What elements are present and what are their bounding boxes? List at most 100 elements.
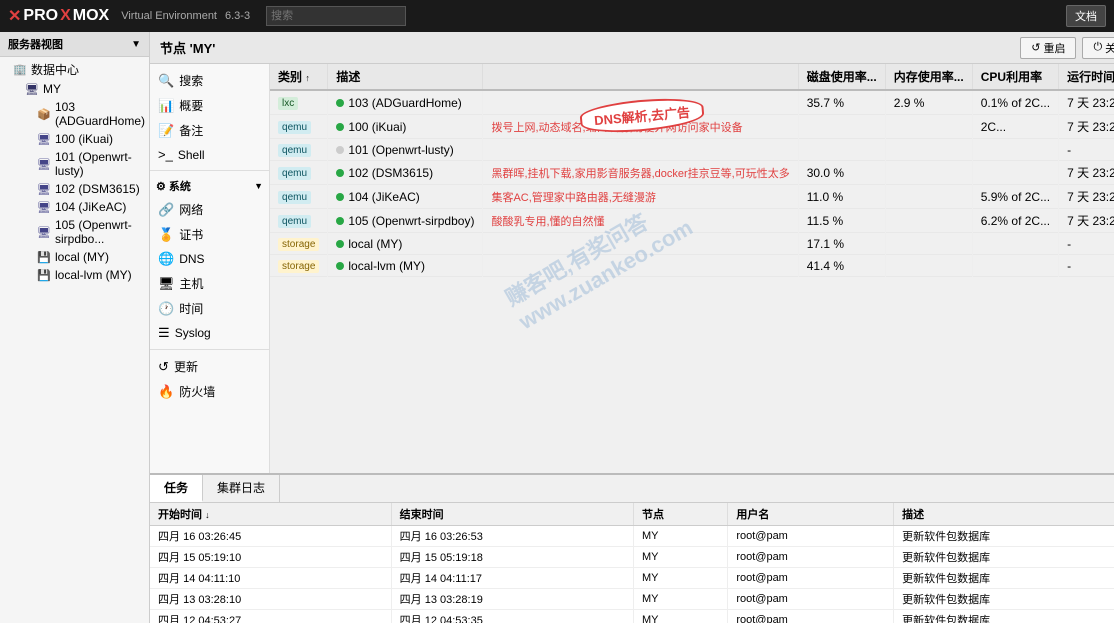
cell-type: qemu bbox=[270, 209, 328, 233]
log-col-desc[interactable]: 描述 bbox=[894, 503, 1114, 526]
reload-button[interactable]: ↺ 重启 bbox=[1020, 37, 1076, 59]
log-row[interactable]: 四月 12 04:53:27四月 12 04:53:35MYroot@pam更新… bbox=[150, 610, 1114, 623]
log-col-start[interactable]: 开始时间 ↓ bbox=[150, 503, 391, 526]
log-cell-user: root@pam bbox=[728, 547, 894, 568]
tree-vm-102[interactable]: 🖥 102 (DSM3615) bbox=[0, 180, 149, 198]
sidebar-title: 服务器视图 bbox=[8, 36, 63, 52]
nav-separator-2 bbox=[150, 349, 269, 350]
nav-notes[interactable]: 📝 备注 bbox=[150, 118, 269, 143]
log-cell-desc: 更新软件包数据库 bbox=[894, 547, 1114, 568]
nav-update-label: 更新 bbox=[174, 358, 198, 375]
col-cpu[interactable]: CPU利用率 bbox=[972, 64, 1058, 90]
search-input[interactable] bbox=[266, 6, 406, 26]
tree-datacenter[interactable]: 🏢 数据中心 bbox=[0, 59, 149, 80]
log-cell-node: MY bbox=[633, 526, 727, 547]
sidebar: 服务器视图 ▼ 🏢 数据中心 🖥 MY 📦 103 (ADGuardHome) … bbox=[0, 32, 150, 623]
update-icon: ↺ bbox=[158, 359, 169, 375]
nav-dns[interactable]: 🌐 DNS bbox=[150, 247, 269, 271]
table-row[interactable]: storagelocal (MY)17.1 %- bbox=[270, 233, 1114, 255]
tab-tasks[interactable]: 任务 bbox=[150, 475, 203, 502]
bottom-content: 开始时间 ↓ 结束时间 节点 用户名 描述 四月 16 03:26:45四月 1… bbox=[150, 503, 1114, 623]
log-row[interactable]: 四月 15 05:19:10四月 15 05:19:18MYroot@pam更新… bbox=[150, 547, 1114, 568]
tree-storage-local[interactable]: 💾 local (MY) bbox=[0, 248, 149, 266]
bottom-tabs: 任务 集群日志 bbox=[150, 475, 1114, 503]
tree-node-my[interactable]: 🖥 MY bbox=[0, 80, 149, 98]
col-type[interactable]: 类别 ↑ bbox=[270, 64, 328, 90]
nav-network[interactable]: 🔗 网络 bbox=[150, 197, 269, 222]
cell-note: 集客AC,管理家中路由器,无缝漫游 bbox=[483, 185, 798, 209]
doc-button[interactable]: 文档 bbox=[1066, 5, 1106, 27]
table-row[interactable]: qemu104 (JiKeAC)集客AC,管理家中路由器,无缝漫游11.0 %5… bbox=[270, 185, 1114, 209]
tree-storage-lvm[interactable]: 💾 local-lvm (MY) bbox=[0, 266, 149, 284]
col-mem[interactable]: 内存使用率... bbox=[885, 64, 972, 90]
vm-label-104: 104 (JiKeAC) bbox=[55, 200, 126, 214]
node-actions: ↺ 重启 ⏻ 关机 bbox=[1020, 37, 1114, 59]
log-cell-start: 四月 13 03:28:10 bbox=[150, 589, 391, 610]
log-col-end[interactable]: 结束时间 bbox=[391, 503, 633, 526]
vm-label-102: 102 (DSM3615) bbox=[55, 182, 140, 196]
tab-cluster-log[interactable]: 集群日志 bbox=[203, 475, 280, 502]
cell-uptime: - bbox=[1059, 233, 1114, 255]
log-cell-desc: 更新软件包数据库 bbox=[894, 568, 1114, 589]
tree-vm-100[interactable]: 🖥 100 (iKuai) bbox=[0, 130, 149, 148]
shutdown-button[interactable]: ⏻ 关机 bbox=[1082, 37, 1114, 59]
col-desc[interactable]: 描述 bbox=[328, 64, 483, 90]
storage-icon-2: 💾 bbox=[36, 268, 52, 282]
nav-syslog[interactable]: ☰ Syslog bbox=[150, 321, 269, 345]
datacenter-icon: 🏢 bbox=[12, 63, 28, 77]
cell-disk: 35.7 % bbox=[798, 90, 885, 115]
nav-shell[interactable]: >_ Shell bbox=[150, 143, 269, 166]
status-dot bbox=[336, 240, 344, 248]
log-row[interactable]: 四月 14 04:11:10四月 14 04:11:17MYroot@pam更新… bbox=[150, 568, 1114, 589]
nav-cert[interactable]: 🏅 证书 bbox=[150, 222, 269, 247]
cell-cpu bbox=[972, 255, 1058, 277]
nav-host[interactable]: 🖥 主机 bbox=[150, 271, 269, 296]
cell-uptime: 7 天 23:25:34 bbox=[1059, 161, 1114, 185]
vm-label-103: 103 (ADGuardHome) bbox=[55, 100, 145, 128]
nav-dns-label: DNS bbox=[179, 252, 204, 266]
time-icon: 🕐 bbox=[158, 301, 174, 317]
tree-vm-103[interactable]: 📦 103 (ADGuardHome) bbox=[0, 98, 149, 130]
tree-vm-101[interactable]: 🖥 101 (Openwrt-lusty) bbox=[0, 148, 149, 180]
log-row[interactable]: 四月 13 03:28:10四月 13 03:28:19MYroot@pam更新… bbox=[150, 589, 1114, 610]
vm-icon-2: 🖥 bbox=[36, 157, 52, 171]
log-table: 开始时间 ↓ 结束时间 节点 用户名 描述 四月 16 03:26:45四月 1… bbox=[150, 503, 1114, 623]
table-row[interactable]: qemu102 (DSM3615)黑群晖,挂机下载,家用影音服务器,docker… bbox=[270, 161, 1114, 185]
vm-icon-3: 🖥 bbox=[36, 182, 52, 196]
app-version-num: 6.3-3 bbox=[225, 10, 250, 22]
shell-icon: >_ bbox=[158, 147, 173, 162]
nav-search[interactable]: 🔍 搜索 bbox=[150, 68, 269, 93]
cell-desc: local-lvm (MY) bbox=[328, 255, 483, 277]
log-cell-start: 四月 14 04:11:10 bbox=[150, 568, 391, 589]
cell-cpu bbox=[972, 233, 1058, 255]
vm-label-100: 100 (iKuai) bbox=[55, 132, 113, 146]
storage-icon: 💾 bbox=[36, 250, 52, 264]
log-col-node[interactable]: 节点 bbox=[633, 503, 727, 526]
cell-type: qemu bbox=[270, 185, 328, 209]
nav-summary[interactable]: 📊 概要 bbox=[150, 93, 269, 118]
table-row[interactable]: qemu105 (Openwrt-sirpdboy)酸酸乳专用,懂的自然懂11.… bbox=[270, 209, 1114, 233]
tree-vm-105[interactable]: 🖥 105 (Openwrt-sirpdbo... bbox=[0, 216, 149, 248]
cell-type: storage bbox=[270, 255, 328, 277]
log-row[interactable]: 四月 16 03:26:45四月 16 03:26:53MYroot@pam更新… bbox=[150, 526, 1114, 547]
cell-note: 酸酸乳专用,懂的自然懂 bbox=[483, 209, 798, 233]
col-disk[interactable]: 磁盘使用率... bbox=[798, 64, 885, 90]
nav-firewall[interactable]: 🔥 防火墙 bbox=[150, 379, 269, 404]
nav-time[interactable]: 🕐 时间 bbox=[150, 296, 269, 321]
table-row[interactable]: qemu101 (Openwrt-lusty)- bbox=[270, 139, 1114, 161]
log-header-row: 开始时间 ↓ 结束时间 节点 用户名 描述 bbox=[150, 503, 1114, 526]
col-uptime[interactable]: 运行时间 bbox=[1059, 64, 1114, 90]
logo-m: X bbox=[60, 7, 71, 25]
topbar-right: 文档 bbox=[1066, 5, 1106, 27]
logo-x: ✕ bbox=[8, 6, 21, 26]
cell-desc: 102 (DSM3615) bbox=[328, 161, 483, 185]
vm-label-105: 105 (Openwrt-sirpdbo... bbox=[55, 218, 145, 246]
table-row[interactable]: storagelocal-lvm (MY)41.4 %- bbox=[270, 255, 1114, 277]
cell-note bbox=[483, 233, 798, 255]
log-cell-desc: 更新软件包数据库 bbox=[894, 610, 1114, 623]
nav-system-header[interactable]: ⚙ 系统 ▼ bbox=[150, 175, 269, 197]
tree-vm-104[interactable]: 🖥 104 (JiKeAC) bbox=[0, 198, 149, 216]
cell-mem: 2.9 % bbox=[885, 90, 972, 115]
nav-update[interactable]: ↺ 更新 bbox=[150, 354, 269, 379]
log-col-user[interactable]: 用户名 bbox=[728, 503, 894, 526]
